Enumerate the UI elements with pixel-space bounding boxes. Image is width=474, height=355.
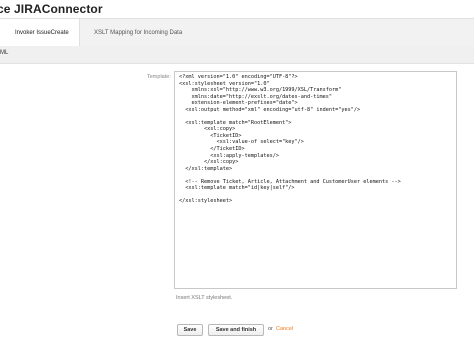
tab-xslt-mapping-incoming[interactable]: XSLT Mapping for Incoming Data	[94, 19, 182, 47]
tab-invoker-issuecreate[interactable]: Invoker IssueCreate	[0, 19, 80, 47]
save-and-finish-button[interactable]: Save and finish	[208, 324, 264, 336]
cancel-link[interactable]: Cancel	[276, 326, 293, 332]
section-header: ML	[0, 46, 474, 64]
template-label: Template:	[147, 74, 171, 80]
template-textarea[interactable]: <?xml version="1.0" encoding="UTF-8"?> <…	[174, 71, 457, 289]
or-text: or	[268, 326, 273, 332]
section-title: ML	[0, 50, 9, 56]
template-help-text: Insert XSLT stylesheet.	[176, 295, 233, 301]
save-button[interactable]: Save	[177, 324, 203, 336]
tab-bar: Invoker IssueCreate XSLT Mapping for Inc…	[0, 18, 474, 48]
page-title: ce JIRAConnector	[0, 2, 103, 16]
